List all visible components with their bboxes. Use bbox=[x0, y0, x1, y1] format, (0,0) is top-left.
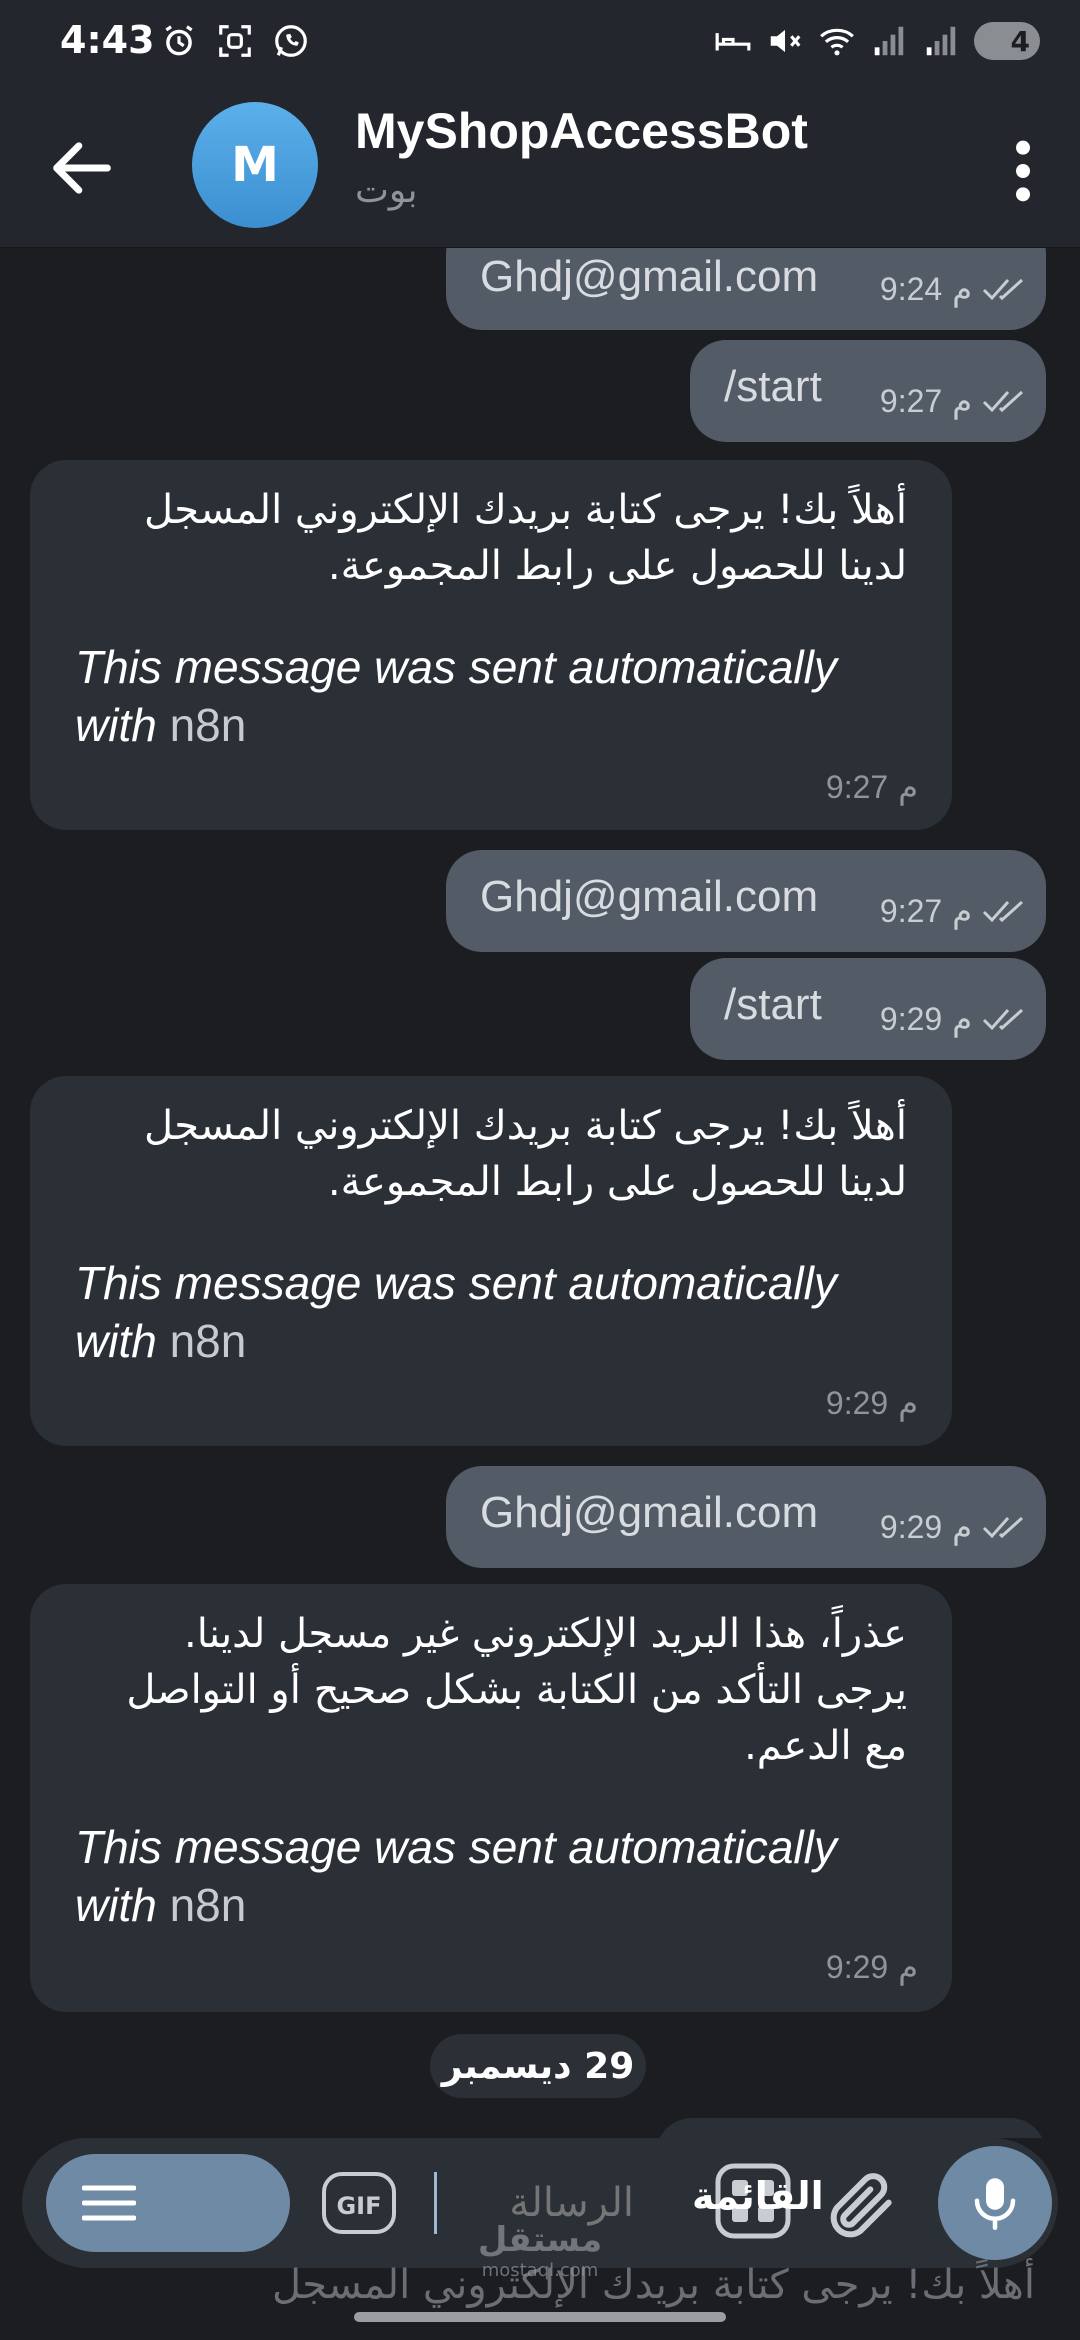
watermark-english: mostaql.com bbox=[481, 2260, 599, 2281]
message-arabic-line: مع الدعم. bbox=[744, 1723, 907, 1769]
double-check-icon bbox=[982, 1516, 1024, 1539]
outgoing-message[interactable]: /start 9:27 م bbox=[690, 340, 1046, 442]
double-check-icon bbox=[982, 278, 1024, 301]
avatar[interactable]: M bbox=[192, 102, 318, 228]
n8n-link[interactable]: n8n bbox=[170, 1879, 247, 1931]
home-indicator[interactable] bbox=[354, 2312, 726, 2322]
message-english-line: This message was sent automatically bbox=[75, 1821, 837, 1873]
bot-keyboard-label[interactable]: القائمة bbox=[692, 2174, 824, 2218]
microphone-icon bbox=[974, 2178, 1016, 2230]
message-time: 9:27 bbox=[879, 382, 943, 419]
message-ampm: م bbox=[952, 271, 972, 307]
message-time: 9:29 bbox=[879, 1508, 943, 1545]
chat-area[interactable]: Ghdj@gmail.com 9:24 م /start 9:27 م أهلا… bbox=[0, 248, 1080, 2138]
whatsapp-icon bbox=[275, 25, 307, 57]
status-icons-right: 4 bbox=[714, 22, 1040, 60]
message-time: 9:24 bbox=[879, 270, 943, 307]
message-text: Ghdj@gmail.com bbox=[480, 1488, 819, 1537]
message-arabic-line: لدينا للحصول على رابط المجموعة. bbox=[327, 543, 907, 589]
outgoing-message[interactable]: Ghdj@gmail.com 9:29 م bbox=[446, 1466, 1046, 1568]
gif-button[interactable]: GIF bbox=[320, 2170, 398, 2236]
partial-message-text: أهلاً بك! يرجى كتابة بريدك الإلكتروني ال… bbox=[271, 2262, 1035, 2308]
outgoing-message[interactable]: Ghdj@gmail.com 9:27 م bbox=[446, 850, 1046, 952]
message-meta: 9:29 م bbox=[826, 1384, 918, 1422]
message-time: 9:29 bbox=[825, 1948, 889, 1985]
watermark-logo: مستقل mostaql.com bbox=[470, 2220, 610, 2281]
message-english-line: This message was sent automatically bbox=[75, 641, 837, 693]
status-bar: 4:43 4 bbox=[0, 0, 1080, 90]
message-meta: 9:27 م bbox=[880, 382, 1026, 420]
incoming-message-partial[interactable] bbox=[656, 2118, 1046, 2138]
message-meta: 9:24 م bbox=[880, 270, 1026, 308]
more-menu-icon[interactable] bbox=[998, 136, 1048, 206]
message-ampm: م bbox=[952, 1001, 972, 1037]
chat-title[interactable]: MyShopAccessBot bbox=[355, 102, 808, 160]
battery-indicator: 4 bbox=[974, 22, 1040, 60]
message-meta: 9:29 م bbox=[880, 1508, 1026, 1546]
n8n-link[interactable]: n8n bbox=[170, 699, 247, 751]
message-arabic-line: أهلاً بك! يرجى كتابة بريدك الإلكتروني ال… bbox=[143, 1103, 907, 1149]
double-check-icon bbox=[982, 1008, 1024, 1031]
message-english-line: This message was sent automatically bbox=[75, 1257, 837, 1309]
message-english-line: with n8n bbox=[75, 696, 246, 754]
gif-label: GIF bbox=[336, 2192, 381, 2220]
message-ampm: م bbox=[952, 893, 972, 929]
message-time: 9:27 bbox=[825, 768, 889, 805]
date-separator: 29 ديسمبر bbox=[430, 2034, 646, 2098]
message-meta: 9:29 م bbox=[880, 1000, 1026, 1038]
message-ampm: م bbox=[898, 1949, 918, 1985]
message-ampm: م bbox=[898, 769, 918, 805]
incoming-message[interactable]: عذراً، هذا البريد الإلكتروني غير مسجل لد… bbox=[30, 1584, 952, 2012]
message-arabic-line: لدينا للحصول على رابط المجموعة. bbox=[327, 1159, 907, 1205]
n8n-link[interactable]: n8n bbox=[170, 1315, 247, 1367]
message-ampm: م bbox=[952, 383, 972, 419]
message-ampm: م bbox=[952, 1509, 972, 1545]
message-english-line: with n8n bbox=[75, 1312, 246, 1370]
message-meta: 9:27 م bbox=[880, 892, 1026, 930]
message-time: 9:27 bbox=[879, 892, 943, 929]
message-meta: 9:27 م bbox=[826, 768, 918, 806]
message-arabic-line: أهلاً بك! يرجى كتابة بريدك الإلكتروني ال… bbox=[143, 487, 907, 533]
double-check-icon bbox=[982, 390, 1024, 413]
microphone-button[interactable] bbox=[938, 2146, 1052, 2260]
chat-subtitle: بوت bbox=[355, 170, 418, 211]
alarm-icon bbox=[165, 25, 193, 56]
signal-icon bbox=[874, 26, 904, 56]
double-check-icon bbox=[982, 900, 1024, 923]
message-meta: 9:29 م bbox=[826, 1948, 918, 1986]
message-text: Ghdj@gmail.com bbox=[480, 872, 819, 921]
wifi-icon bbox=[820, 28, 854, 56]
screenshot-icon bbox=[219, 25, 251, 57]
status-icons-left bbox=[160, 22, 310, 60]
message-word: with bbox=[75, 1315, 157, 1367]
watermark-arabic: مستقل bbox=[477, 2220, 603, 2260]
message-ampm: م bbox=[898, 1385, 918, 1421]
message-word: with bbox=[75, 699, 157, 751]
message-text: /start bbox=[724, 362, 822, 411]
paperclip-icon[interactable] bbox=[822, 2166, 902, 2246]
status-time: 4:43 bbox=[60, 18, 155, 62]
message-time: 9:29 bbox=[879, 1000, 943, 1037]
incoming-message[interactable]: أهلاً بك! يرجى كتابة بريدك الإلكتروني ال… bbox=[30, 460, 952, 830]
incoming-message[interactable]: أهلاً بك! يرجى كتابة بريدك الإلكتروني ال… bbox=[30, 1076, 952, 1446]
bot-menu-button[interactable] bbox=[46, 2154, 290, 2252]
message-text: Ghdj@gmail.com bbox=[480, 252, 819, 301]
outgoing-message[interactable]: Ghdj@gmail.com 9:24 م bbox=[446, 248, 1046, 330]
mute-icon bbox=[770, 29, 801, 53]
message-english-line: with n8n bbox=[75, 1876, 246, 1934]
message-arabic-line: يرجى التأكد من الكتابة بشكل صحيح أو التو… bbox=[126, 1667, 907, 1713]
chat-header: M MyShopAccessBot بوت bbox=[0, 90, 1080, 248]
message-time: 9:29 bbox=[825, 1384, 889, 1421]
message-word: with bbox=[75, 1879, 157, 1931]
signal-icon bbox=[926, 26, 956, 56]
bed-icon bbox=[715, 33, 751, 51]
hamburger-menu-icon bbox=[82, 2185, 136, 2221]
message-text: /start bbox=[724, 980, 822, 1029]
message-arabic-line: عذراً، هذا البريد الإلكتروني غير مسجل لد… bbox=[184, 1611, 907, 1657]
outgoing-message[interactable]: /start 9:29 م bbox=[690, 958, 1046, 1060]
back-arrow-icon[interactable] bbox=[44, 130, 120, 206]
